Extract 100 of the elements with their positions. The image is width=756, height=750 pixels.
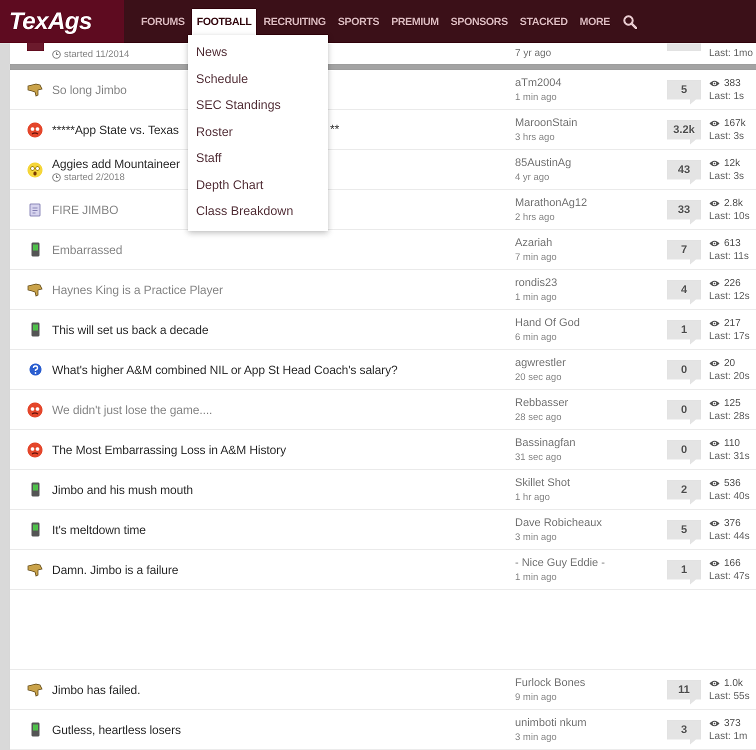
nav-tab[interactable]: FORUMS [136, 9, 190, 43]
last-reply-time: Last: 28s [709, 410, 751, 422]
phone-icon [30, 722, 40, 737]
post-time: 3 min ago [515, 532, 558, 542]
reply-count-badge: 5 [667, 520, 701, 544]
reply-count-badge: 0 [667, 360, 701, 384]
view-count: 373 [724, 718, 741, 728]
eye-icon [709, 280, 720, 286]
thread-title-link[interactable]: Jimbo and his mush mouth [52, 482, 194, 496]
reply-count-badge [667, 43, 701, 51]
thumbs-down-icon [27, 682, 43, 696]
view-count: 613 [724, 238, 741, 248]
thread-title-link[interactable]: What's higher A&M combined NIL or App St Head Coach's salary? [52, 362, 398, 376]
post-time: 2 hrs ago [515, 212, 556, 222]
angry-face-icon [27, 402, 43, 418]
last-reply-time: Last: 3s [709, 170, 746, 182]
last-reply-time: Last: 1s [709, 90, 746, 102]
author-name[interactable]: Hand Of God [515, 316, 667, 328]
thread-title-end[interactable]: ** [330, 122, 340, 136]
author-name[interactable]: Bassinagfan [515, 436, 667, 448]
reply-count-badge: 2 [667, 480, 701, 504]
view-count: 383 [724, 78, 741, 88]
eye-icon [709, 200, 720, 206]
thread-title-link[interactable]: This will set us back a decade [52, 322, 208, 336]
post-time: 7 yr ago [515, 48, 552, 59]
document-icon [29, 202, 41, 216]
menu-item[interactable]: Roster [188, 118, 328, 145]
menu-item[interactable]: Staff [188, 145, 328, 172]
post-time: 1 min ago [515, 292, 558, 302]
post-time: 1 min ago [515, 572, 558, 582]
thread-title-link[interactable]: It's meltdown time [52, 522, 146, 536]
author-name[interactable]: agwrestler [515, 356, 667, 368]
post-time: 4 yr ago [515, 172, 550, 182]
author-name[interactable]: 85AustinAg [515, 156, 667, 168]
thread-title-link[interactable]: Aggies add Mountaineer [52, 156, 180, 170]
phone-icon [30, 322, 40, 337]
nav-tab[interactable]: MORE [574, 9, 615, 43]
eye-icon [709, 160, 720, 166]
author-name[interactable]: Rebbasser [515, 396, 667, 408]
author-name[interactable]: Dave Robicheaux [515, 516, 667, 528]
phone-icon [30, 522, 40, 537]
view-count: 2.8k [724, 198, 743, 208]
eye-icon [709, 240, 720, 246]
menu-item[interactable]: SEC Standings [188, 92, 328, 118]
last-reply-time: Last: 1mo [709, 48, 754, 59]
author-name[interactable]: MaroonStain [515, 116, 667, 128]
surprised-face-icon [27, 162, 43, 178]
last-reply-time: Last: 20s [709, 370, 751, 382]
eye-icon [709, 80, 720, 86]
thread-title-link[interactable]: Jimbo has failed. [52, 682, 140, 696]
thumbs-down-icon [27, 562, 43, 576]
author-name[interactable]: MarathonAg12 [515, 196, 667, 208]
author-name[interactable]: Skillet Shot [515, 476, 667, 488]
thread-title-link[interactable]: The Most Embarrassing Loss in A&M History [52, 442, 286, 456]
last-reply-time: Last: 12s [709, 290, 751, 302]
menu-item[interactable]: Class Breakdown [188, 198, 328, 224]
view-count: 166 [724, 558, 741, 568]
menu-item[interactable]: Schedule [188, 66, 328, 92]
post-time: 28 sec ago [515, 412, 562, 422]
reply-count-badge: 33 [667, 200, 701, 224]
thread-title-link[interactable]: Damn. Jimbo is a failure [52, 562, 178, 576]
last-reply-time: Last: 10s [709, 210, 751, 222]
post-time: 6 min ago [515, 332, 558, 342]
eye-icon [709, 400, 720, 406]
menu-item[interactable]: Depth Chart [188, 172, 328, 198]
angry-face-icon [27, 442, 43, 458]
reply-count-badge: 3.2k [667, 120, 701, 144]
nav-tab[interactable]: SPORTS [332, 9, 384, 43]
nav-tab[interactable]: STACKED [514, 9, 573, 43]
post-time: 3 min ago [515, 732, 558, 742]
eye-icon [709, 320, 720, 326]
author-name[interactable]: rondis23 [515, 276, 667, 288]
last-reply-time: Last: 31s [709, 450, 751, 462]
author-name[interactable]: Azariah [515, 236, 667, 248]
view-count: 167k [724, 118, 746, 128]
thread-title-link[interactable]: *****App State vs. Texas [52, 122, 179, 136]
post-time: 20 sec ago [515, 372, 562, 382]
clock-icon [52, 50, 61, 58]
last-reply-time: Last: 11s [709, 250, 750, 262]
view-count: 226 [724, 278, 741, 288]
thread-title-link[interactable]: Gutless, heartless losers [52, 722, 181, 736]
post-time: 9 min ago [515, 692, 558, 702]
last-reply-time: Last: 3s [709, 130, 746, 142]
author-name[interactable]: aTm2004 [515, 76, 667, 88]
thumbs-down-icon [27, 282, 43, 296]
author-name[interactable]: - Nice Guy Eddie - [515, 556, 667, 568]
search-icon[interactable] [622, 14, 637, 28]
reply-count-badge: 3 [667, 720, 701, 744]
eye-icon [709, 560, 720, 566]
reply-count-badge: 1 [667, 560, 701, 584]
reply-count-badge: 0 [667, 400, 701, 424]
author-name[interactable]: Furlock Bones [515, 676, 667, 688]
phone-icon [30, 482, 40, 497]
nav-tab[interactable]: PREMIUM [386, 9, 444, 43]
nav-tab[interactable]: SPONSORS [446, 9, 513, 43]
reply-count-badge: 43 [667, 160, 701, 184]
thumbs-down-icon [27, 82, 43, 96]
author-name[interactable]: unimboti nkum [515, 716, 667, 728]
eye-icon [709, 720, 720, 726]
site-logo[interactable]: TexAgs [9, 8, 92, 36]
